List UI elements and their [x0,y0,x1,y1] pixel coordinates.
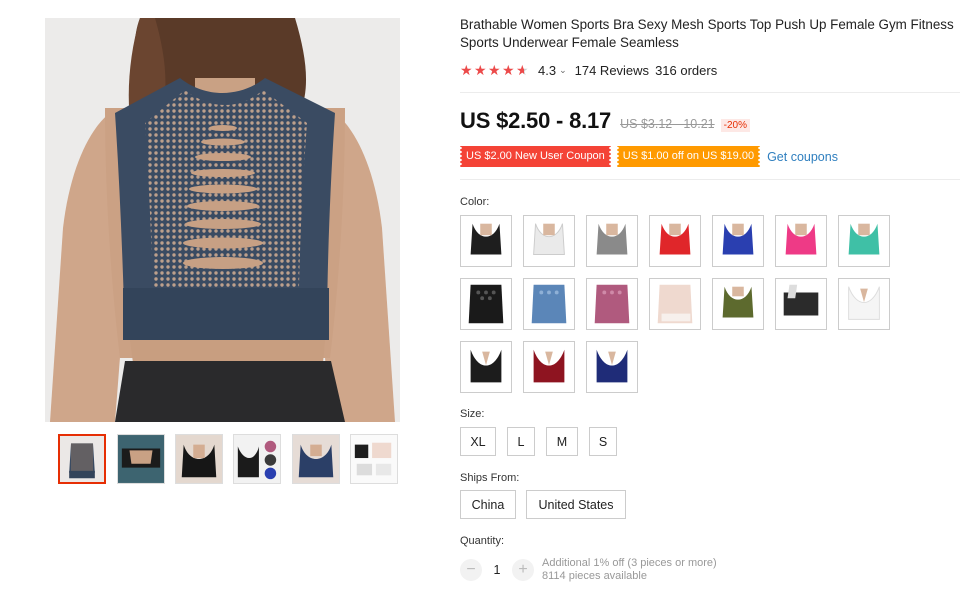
swatch-wine-red[interactable] [523,341,575,393]
size-option-s[interactable]: S [589,427,617,456]
swatch-army-green[interactable] [712,278,764,330]
swatch-pink[interactable] [775,215,827,267]
ships-option-united-states[interactable]: United States [526,490,626,519]
price-original: US $3.12 - 10.21 [620,117,715,131]
rating-value[interactable]: 4.3 [538,63,556,78]
new-user-coupon[interactable]: US $2.00 New User Coupon [459,146,612,167]
thumbnail-mesh-detail[interactable] [117,434,165,484]
stock-available-text: 8114 pieces available [542,570,647,582]
swatch-white[interactable] [523,215,575,267]
swatch-black-white[interactable] [775,278,827,330]
price-current: US $2.50 - 8.17 [460,108,612,133]
quantity-stepper: − 1 + Additional 1% off (3 pieces or mor… [460,557,717,583]
star-half-icon: ★ [516,61,529,78]
star-icon: ★ [460,61,473,78]
thumbnail-color-set[interactable] [233,434,281,484]
discount-badge: -20% [720,119,750,132]
thumbnail-front-black[interactable] [175,434,223,484]
product-title: Brathable Women Sports Bra Sexy Mesh Spo… [460,17,954,50]
chevron-down-icon[interactable]: ⌄ [559,65,567,76]
star-icon: ★ [474,61,487,78]
price-row: US $2.50 - 8.17 US $3.12 - 10.21 -20% [460,108,750,134]
rating-stars: ★ ★ ★ ★ ★ [460,61,529,78]
divider [460,92,960,93]
orders-count: 316 orders [655,62,718,78]
coupon-row: US $2.00 New User Coupon US $1.00 off on… [459,146,838,167]
thumbnail-back-mesh[interactable] [58,434,106,484]
size-label: Size: [460,408,485,420]
swatch-mauve[interactable] [586,278,638,330]
swatch-blue[interactable] [712,215,764,267]
quantity-increase-button[interactable]: + [512,559,534,581]
reviews-link[interactable]: 174 Reviews [575,63,649,78]
swatch-nude-mesh[interactable] [649,278,701,330]
swatch-black[interactable] [460,215,512,267]
star-icon: ★ [502,61,515,78]
divider [460,179,960,180]
quantity-note: Additional 1% off (3 pieces or more) 811… [542,557,717,583]
swatch-black-mesh[interactable] [460,278,512,330]
bulk-discount-text: Additional 1% off (3 pieces or more) [542,557,717,569]
quantity-decrease-button[interactable]: − [460,559,482,581]
thumbnail-strip [58,434,408,484]
swatch-navy[interactable] [586,341,638,393]
quantity-label: Quantity: [460,535,505,547]
size-option-xl[interactable]: XL [460,427,496,456]
thumbnail-packaging[interactable] [350,434,398,484]
store-coupon[interactable]: US $1.00 off on US $19.00 [615,146,762,167]
quantity-value[interactable]: 1 [482,563,512,577]
color-label: Color: [460,196,490,208]
main-product-image[interactable] [45,18,400,422]
ships-from-label: Ships From: [460,472,520,484]
swatch-white-plunge[interactable] [838,278,890,330]
size-option-l[interactable]: L [507,427,535,456]
star-icon: ★ [488,61,501,78]
size-option-m[interactable]: M [546,427,578,456]
ships-option-china[interactable]: China [460,490,516,519]
swatch-light-blue[interactable] [523,278,575,330]
swatch-mint[interactable] [838,215,890,267]
get-coupons-link[interactable]: Get coupons [767,150,838,164]
product-photo [45,18,400,422]
swatch-gray[interactable] [586,215,638,267]
swatch-black-plunge[interactable] [460,341,512,393]
swatch-red[interactable] [649,215,701,267]
rating-row: ★ ★ ★ ★ ★ 4.3 ⌄ 174 Reviews 316 orders [460,61,717,79]
thumbnail-blue-front[interactable] [292,434,340,484]
